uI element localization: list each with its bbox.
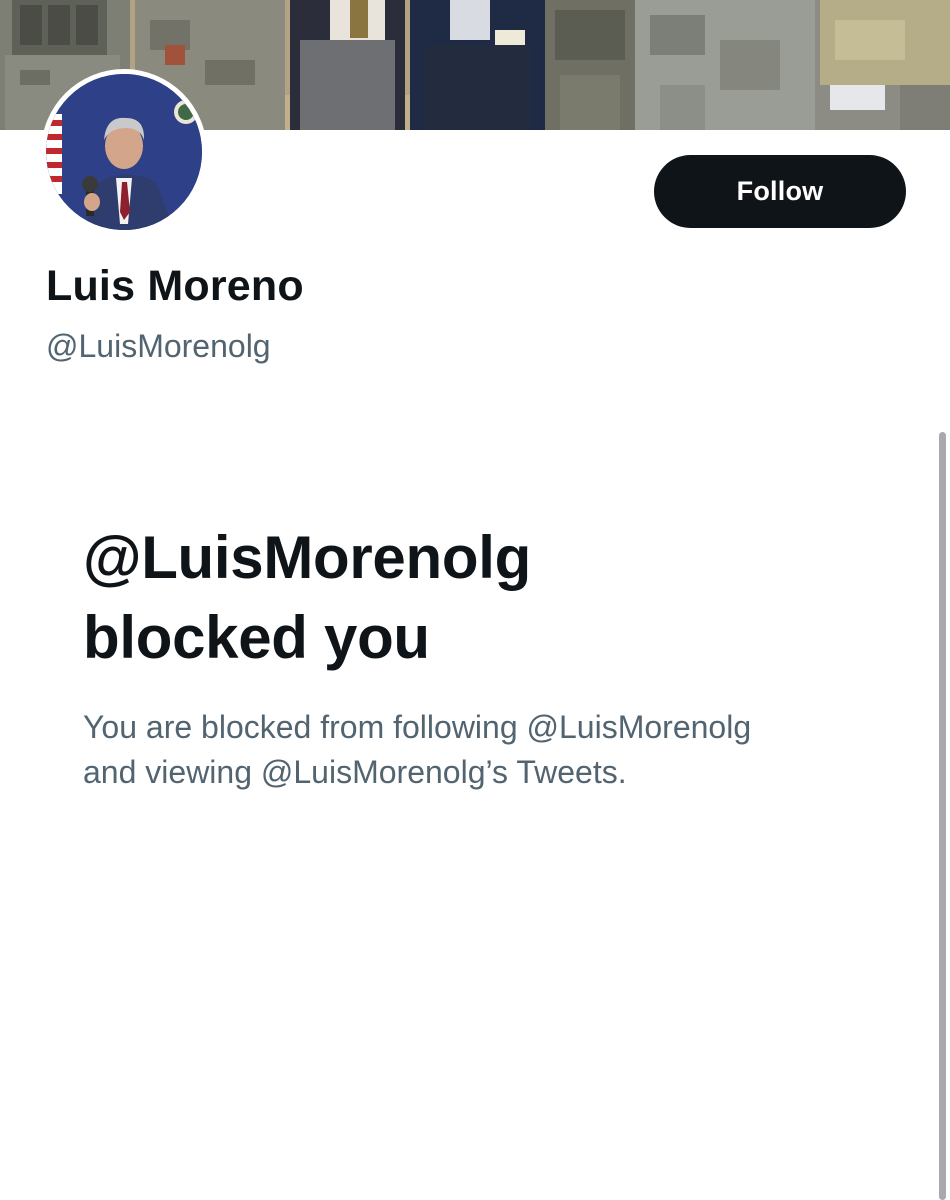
blocked-heading-line1: @LuisMorenolg xyxy=(83,524,531,591)
profile-avatar[interactable] xyxy=(41,69,207,235)
profile-page: Follow Luis Moreno @LuisMorenolg @LuisMo… xyxy=(0,0,950,1200)
blocked-heading: @LuisMorenolg blocked you xyxy=(83,518,863,678)
follow-button[interactable]: Follow xyxy=(654,155,906,228)
profile-display-name: Luis Moreno xyxy=(46,262,304,310)
blocked-description: You are blocked from following @LuisMore… xyxy=(83,705,903,795)
blocked-description-line2: and viewing @LuisMorenolg’s Tweets. xyxy=(83,754,627,790)
blocked-heading-line2: blocked you xyxy=(83,604,430,671)
scrollbar[interactable] xyxy=(939,432,946,1200)
profile-handle: @LuisMorenolg xyxy=(46,328,271,364)
blocked-description-line1: You are blocked from following @LuisMore… xyxy=(83,709,752,745)
avatar-image xyxy=(46,74,202,230)
